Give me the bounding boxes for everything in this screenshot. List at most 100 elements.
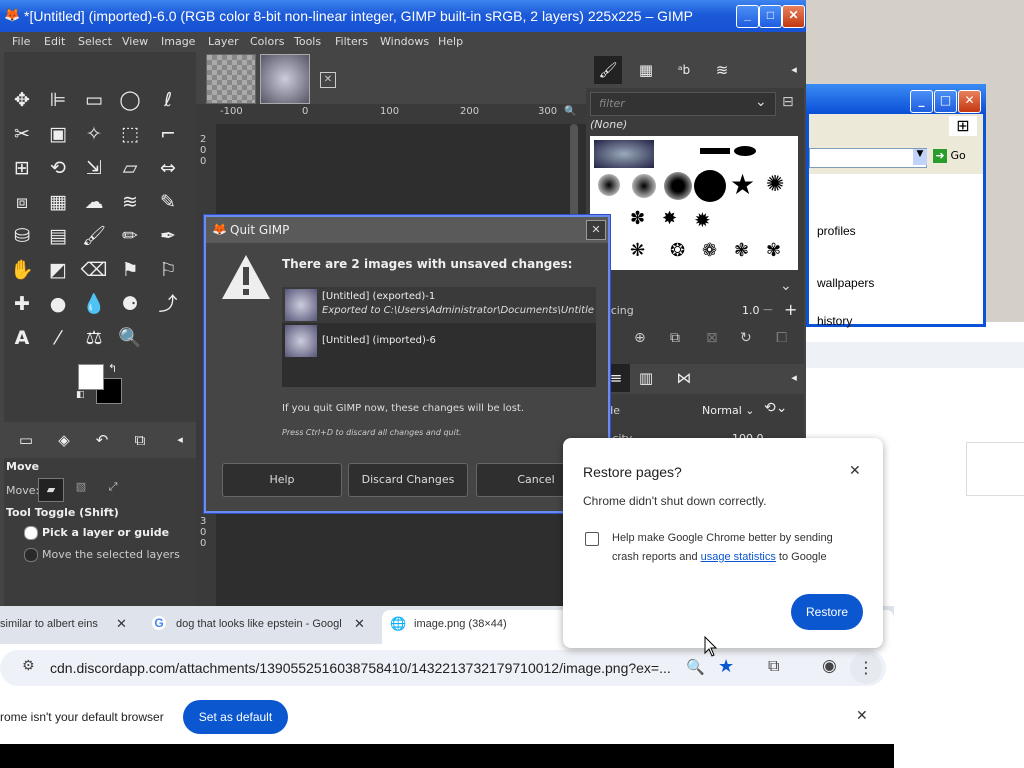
- decrease-icon[interactable]: −: [762, 302, 774, 318]
- align-tool-icon[interactable]: ⊫: [44, 86, 72, 114]
- document-history-tab-icon[interactable]: ≋: [708, 56, 736, 84]
- crash-report-checkbox[interactable]: [585, 532, 599, 546]
- folder-item[interactable]: wallpapers: [817, 276, 874, 290]
- move-layer-icon[interactable]: ▰: [38, 478, 64, 502]
- eraser-icon[interactable]: ⌫: [80, 256, 108, 284]
- close-tab-icon[interactable]: ✕: [354, 616, 365, 632]
- device-status-tab-icon[interactable]: ◈: [50, 426, 78, 454]
- close-icon[interactable]: ✕: [849, 462, 861, 479]
- dodge-icon[interactable]: 💧: [80, 290, 108, 318]
- menu-windows[interactable]: Windows: [380, 35, 429, 48]
- address-field[interactable]: [809, 148, 927, 168]
- image-tab-thumbnail[interactable]: [206, 54, 256, 104]
- channels-tab-icon[interactable]: ▥: [632, 364, 660, 392]
- rect-select-icon[interactable]: ▭: [80, 86, 108, 114]
- brush-thumb[interactable]: ✺: [766, 172, 784, 197]
- move-selection-icon[interactable]: ▧: [72, 480, 90, 498]
- brush-thumb[interactable]: ✽: [630, 208, 645, 229]
- paths-tab-icon[interactable]: ⋈: [670, 364, 698, 392]
- wave-icon[interactable]: ≋: [116, 188, 144, 216]
- menu-edit[interactable]: Edit: [44, 35, 65, 48]
- default-colors-icon[interactable]: ◧: [76, 390, 85, 400]
- gradient-icon[interactable]: ▤: [44, 222, 72, 250]
- brush-filter-input[interactable]: filter ⌄: [590, 92, 776, 116]
- minimize-icon[interactable]: _: [736, 5, 759, 28]
- color-select-icon[interactable]: ⬚: [116, 120, 144, 148]
- paintbrush-icon[interactable]: 🖌: [80, 222, 108, 250]
- foreground-color-swatch[interactable]: [78, 364, 104, 390]
- scissors-icon[interactable]: ✂: [8, 120, 36, 148]
- bucket-fill-icon[interactable]: ⛁: [8, 222, 36, 250]
- close-tab-icon[interactable]: ✕: [320, 72, 336, 88]
- move-path-icon[interactable]: ⤢: [104, 480, 122, 498]
- restore-button[interactable]: Restore: [791, 594, 863, 630]
- brush-thumb[interactable]: ✾: [766, 240, 781, 261]
- open-as-image-icon[interactable]: ⧠: [776, 330, 787, 346]
- usage-statistics-link[interactable]: usage statistics: [701, 551, 776, 563]
- perspective-clone-icon[interactable]: ⚐: [154, 256, 182, 284]
- menu-filters[interactable]: Filters: [335, 35, 368, 48]
- maximize-icon[interactable]: □: [934, 90, 957, 113]
- mode-select[interactable]: Normal ⌄: [702, 404, 755, 417]
- brush-thumb[interactable]: [598, 174, 620, 196]
- dock-menu-icon[interactable]: ◂: [166, 426, 194, 454]
- ellipse-select-icon[interactable]: ◯: [116, 86, 144, 114]
- fuzzy-select-icon[interactable]: ✧: [80, 120, 108, 148]
- cage-icon[interactable]: ▦: [44, 188, 72, 216]
- menu-image[interactable]: Image: [161, 35, 195, 48]
- folder-item[interactable]: profiles: [817, 224, 856, 238]
- brush-thumb[interactable]: ✸: [662, 208, 677, 229]
- url-text[interactable]: cdn.discordapp.com/attachments/139055251…: [50, 660, 671, 676]
- vertical-scrollbar[interactable]: [570, 124, 578, 224]
- delete-brush-icon[interactable]: ⊠: [706, 330, 718, 346]
- new-brush-icon[interactable]: ⊕: [634, 330, 646, 346]
- brush-thumb[interactable]: ❂: [670, 240, 685, 261]
- folder-item[interactable]: history: [817, 314, 852, 328]
- brush-thumb[interactable]: [700, 148, 730, 154]
- images-tab-icon[interactable]: ⧉: [126, 426, 154, 454]
- bookmark-star-icon[interactable]: ★: [718, 656, 734, 677]
- measure-icon[interactable]: ⚖: [80, 324, 108, 352]
- menu-select[interactable]: Select: [78, 35, 112, 48]
- menu-file[interactable]: File: [12, 35, 30, 48]
- unified-transform-icon[interactable]: ⊞: [8, 154, 36, 182]
- refresh-icon[interactable]: ↻: [740, 330, 752, 346]
- profile-icon[interactable]: ◉: [822, 656, 837, 676]
- maximize-icon[interactable]: □: [759, 5, 782, 28]
- crop-icon[interactable]: ⌐: [154, 120, 182, 148]
- dropdown-arrow-icon[interactable]: ▼: [913, 149, 927, 165]
- perspective-icon[interactable]: ⧈: [8, 188, 36, 216]
- brush-thumb[interactable]: [734, 146, 756, 156]
- move-selected-radio[interactable]: [24, 548, 38, 562]
- dock-menu-icon[interactable]: ◂: [780, 56, 808, 84]
- brushes-tab-icon[interactable]: 🖌: [594, 56, 622, 84]
- close-icon[interactable]: ✕: [856, 708, 868, 724]
- menu-tools[interactable]: Tools: [294, 35, 321, 48]
- chevron-down-icon[interactable]: ⌄: [780, 278, 792, 294]
- brush-thumb[interactable]: [694, 170, 726, 202]
- close-icon[interactable]: ✕: [958, 90, 981, 113]
- image-tab-thumbnail[interactable]: [260, 54, 310, 104]
- spacing-value[interactable]: 1.0: [742, 304, 760, 317]
- brush-thumb[interactable]: ★: [730, 168, 755, 201]
- lasso-icon[interactable]: ℓ: [154, 86, 182, 114]
- tag-icon[interactable]: ⊟: [782, 94, 794, 110]
- brush-thumb[interactable]: ❃: [734, 240, 749, 261]
- smudge-icon[interactable]: ✋: [8, 256, 36, 284]
- list-item[interactable]: [Untitled] (imported)-6: [282, 323, 596, 359]
- burn-icon[interactable]: ⚈: [116, 290, 144, 318]
- close-icon[interactable]: ✕: [782, 5, 805, 28]
- move-tool-icon[interactable]: ✥: [8, 86, 36, 114]
- brush-thumb[interactable]: [664, 172, 692, 200]
- tool-options-tab-icon[interactable]: ▭: [12, 426, 40, 454]
- switch-mode-icon[interactable]: ⟲⌄: [764, 400, 787, 416]
- dock-menu-icon[interactable]: ◂: [780, 364, 808, 392]
- swap-colors-icon[interactable]: ↰: [108, 362, 117, 375]
- media-control-icon[interactable]: ⧉: [768, 656, 779, 676]
- unsaved-images-list[interactable]: [Untitled] (exported)-1 Exported to C:\U…: [282, 287, 596, 387]
- foreground-select-icon[interactable]: ▣: [44, 120, 72, 148]
- address-bar[interactable]: ⚙ cdn.discordapp.com/attachments/1390552…: [0, 650, 886, 686]
- flip-icon[interactable]: ⇔: [154, 154, 182, 182]
- convolve-icon[interactable]: ●: [44, 290, 72, 318]
- clone-icon[interactable]: ⚑: [116, 256, 144, 284]
